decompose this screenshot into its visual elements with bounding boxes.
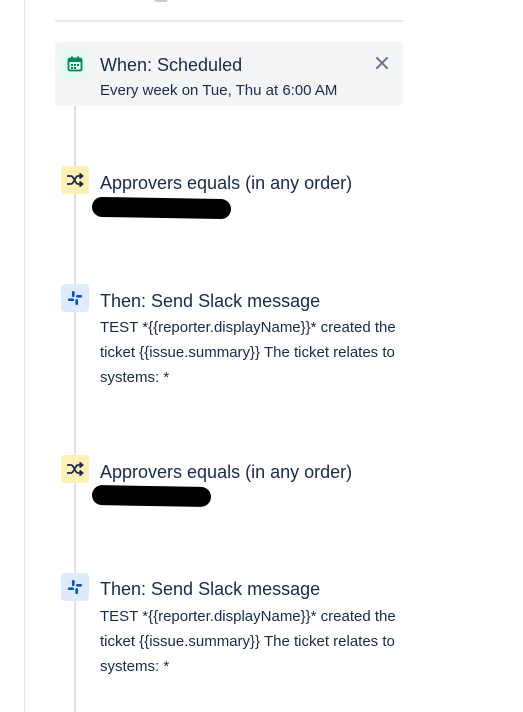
branch-shuffle-icon (61, 455, 89, 483)
automation-rule-editor: When: Scheduled Every week on Tue, Thu a… (0, 0, 523, 712)
slack-icon (61, 573, 89, 601)
redacted-value (91, 196, 232, 220)
redacted-value (91, 484, 212, 508)
condition-title[interactable]: Approvers equals (in any order) (100, 172, 352, 194)
close-icon (376, 57, 388, 69)
action-title[interactable]: Then: Send Slack message (100, 290, 320, 312)
section-divider (55, 20, 403, 22)
action-message-description: TEST *{{reporter.displayName}}* created … (100, 319, 396, 386)
condition-title[interactable]: Approvers equals (in any order) (100, 461, 352, 483)
slack-icon (61, 284, 89, 312)
trigger-title: When: Scheduled (100, 55, 243, 75)
action-message-description: TEST *{{reporter.displayName}}* created … (100, 608, 396, 675)
trigger-schedule-description: Every week on Tue, Thu at 6:00 AM (100, 82, 338, 99)
branch-shuffle-icon (61, 166, 89, 194)
action-title[interactable]: Then: Send Slack message (100, 578, 320, 600)
calendar-icon (61, 50, 89, 78)
remove-trigger-button[interactable] (372, 53, 392, 73)
panel-border (24, 0, 25, 712)
clipped-text-fragment (154, 0, 168, 2)
